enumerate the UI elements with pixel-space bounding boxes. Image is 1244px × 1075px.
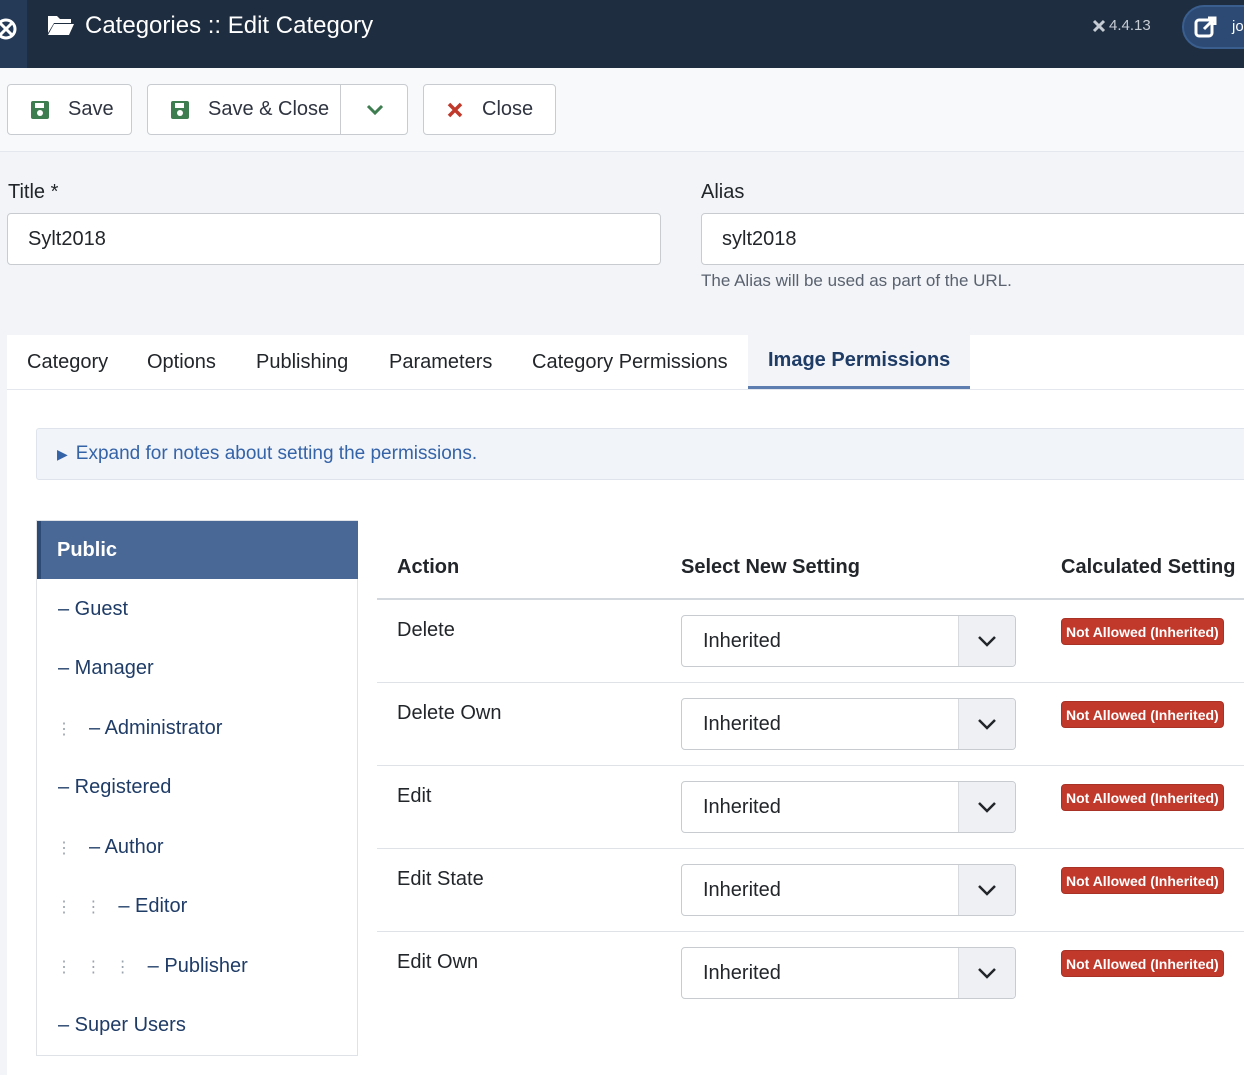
joomla-logo-icon	[0, 18, 17, 40]
status-badge: Not Allowed (Inherited)	[1061, 701, 1224, 728]
caret-right-icon: ▶	[57, 445, 68, 462]
setting-select-delete[interactable]: Inherited	[681, 615, 1016, 667]
table-header-divider	[377, 598, 1244, 600]
action-label: Edit Own	[397, 951, 479, 973]
tab-parameters[interactable]: Parameters	[389, 335, 492, 389]
tree-indent-marker: ⋮	[56, 839, 72, 857]
select-value: Inherited	[703, 630, 781, 652]
tree-indent-marker: ⋮ ⋮	[56, 898, 102, 916]
chevron-down-icon	[958, 616, 1015, 666]
alias-label: Alias	[701, 181, 745, 203]
chevron-down-icon	[958, 782, 1015, 832]
group-label: – Super Users	[58, 1014, 186, 1036]
toolbar: Save Save & Close Close	[0, 68, 1244, 152]
group-item-public[interactable]: Public	[37, 521, 358, 579]
group-item-guest[interactable]: – Guest	[58, 598, 128, 621]
page-title: Categories :: Edit Category	[85, 12, 374, 39]
row-divider	[377, 848, 1244, 849]
save-close-button[interactable]: Save & Close	[147, 84, 408, 135]
tree-indent-marker: ⋮ ⋮ ⋮	[56, 958, 131, 976]
folder-open-icon	[47, 13, 75, 42]
group-item-publisher[interactable]: ⋮ ⋮ ⋮ – Publisher	[56, 955, 248, 978]
row-divider	[377, 682, 1244, 683]
group-label: – Guest	[58, 598, 129, 620]
action-label: Delete	[397, 619, 455, 641]
alias-hint: The Alias will be used as part of the UR…	[701, 271, 1012, 290]
chevron-down-icon	[958, 865, 1015, 915]
user-label: jo	[1232, 18, 1244, 35]
select-value: Inherited	[703, 713, 781, 735]
chevron-down-icon	[366, 104, 383, 115]
select-value: Inherited	[703, 879, 781, 901]
group-item-manager[interactable]: – Manager	[58, 657, 154, 680]
version-text: 4.4.13	[1109, 17, 1151, 34]
save-icon	[30, 100, 50, 120]
close-icon	[446, 101, 464, 119]
action-label: Edit	[397, 785, 432, 807]
status-badge: Not Allowed (Inherited)	[1061, 618, 1224, 645]
group-item-super-users[interactable]: – Super Users	[58, 1014, 186, 1037]
sidebar-toggle[interactable]	[0, 0, 27, 68]
view-site-button[interactable]: jo	[1182, 5, 1244, 49]
setting-select-edit-own[interactable]: Inherited	[681, 947, 1016, 999]
setting-select-edit-state[interactable]: Inherited	[681, 864, 1016, 916]
status-badge: Not Allowed (Inherited)	[1061, 950, 1224, 977]
chevron-down-icon	[958, 948, 1015, 998]
tab-category-permissions[interactable]: Category Permissions	[532, 335, 728, 389]
save-options-dropdown[interactable]	[341, 85, 408, 134]
setting-select-delete-own[interactable]: Inherited	[681, 698, 1016, 750]
title-label: Title *	[8, 181, 59, 203]
permission-notes-toggle[interactable]: ▶ Expand for notes about setting the per…	[36, 428, 1244, 480]
status-badge: Not Allowed (Inherited)	[1061, 784, 1224, 811]
tab-category[interactable]: Category	[27, 335, 108, 389]
row-divider	[377, 931, 1244, 932]
select-value: Inherited	[703, 796, 781, 818]
group-label: – Manager	[58, 657, 154, 679]
save-button[interactable]: Save	[7, 84, 132, 135]
action-label: Edit State	[397, 868, 484, 890]
select-value: Inherited	[703, 962, 781, 984]
title-input[interactable]: Sylt2018	[7, 213, 661, 265]
row-divider	[377, 765, 1244, 766]
version-badge: 4.4.13	[1092, 17, 1151, 34]
group-label: – Registered	[58, 776, 172, 798]
action-label: Delete Own	[397, 702, 502, 724]
group-label: – Editor	[118, 895, 188, 917]
group-item-registered[interactable]: – Registered	[58, 776, 171, 799]
joomla-small-icon	[1092, 19, 1106, 32]
setting-select-edit[interactable]: Inherited	[681, 781, 1016, 833]
notes-label: Expand for notes about setting the permi…	[75, 443, 478, 464]
close-label: Close	[482, 98, 534, 120]
alias-input[interactable]: sylt2018	[701, 213, 1244, 265]
status-badge: Not Allowed (Inherited)	[1061, 867, 1224, 894]
chevron-down-icon	[958, 699, 1015, 749]
column-header-select-setting: Select New Setting	[681, 556, 860, 578]
save-label: Save	[68, 98, 114, 120]
save-close-label: Save & Close	[208, 98, 330, 120]
group-label: – Administrator	[89, 717, 223, 739]
tree-indent-marker: ⋮	[56, 720, 72, 738]
app-header: Categories :: Edit Category 4.4.13 jo	[0, 0, 1244, 68]
tab-publishing[interactable]: Publishing	[256, 335, 348, 389]
column-header-action: Action	[397, 556, 460, 578]
group-item-author[interactable]: ⋮ – Author	[56, 836, 164, 859]
tab-bar: Category Options Publishing Parameters C…	[7, 335, 1244, 390]
group-item-editor[interactable]: ⋮ ⋮ – Editor	[56, 895, 187, 918]
group-label: – Author	[89, 836, 164, 858]
tab-options[interactable]: Options	[147, 335, 216, 389]
save-icon	[170, 100, 190, 120]
group-item-administrator[interactable]: ⋮ – Administrator	[56, 717, 222, 740]
group-label: – Publisher	[147, 955, 248, 977]
tab-image-permissions[interactable]: Image Permissions	[748, 335, 971, 389]
close-button[interactable]: Close	[423, 84, 556, 135]
column-header-calculated-setting: Calculated Setting	[1061, 556, 1236, 578]
external-link-icon	[1194, 15, 1218, 44]
